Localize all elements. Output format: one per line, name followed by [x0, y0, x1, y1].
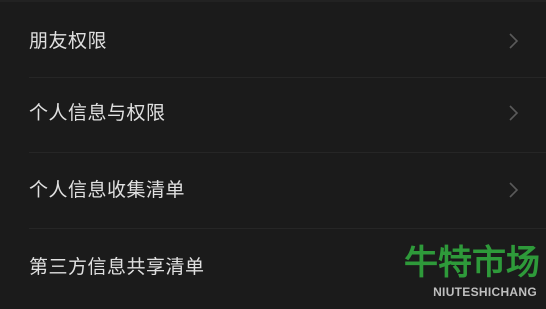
- menu-item-label: 个人信息收集清单: [29, 179, 186, 201]
- menu-item-personal-info-collection-list[interactable]: 个人信息收集清单: [0, 158, 546, 222]
- menu-item-label: 朋友权限: [29, 30, 108, 52]
- menu-item-label: 第三方信息共享清单: [29, 256, 205, 278]
- watermark-title: 牛特市场: [404, 243, 540, 283]
- menu-item-friend-permissions[interactable]: 朋友权限: [0, 9, 546, 73]
- watermark-logo: 牛特市场 NIUTESHICHANG: [390, 243, 540, 305]
- chevron-right-icon: [509, 105, 519, 121]
- chevron-right-icon: [509, 182, 519, 198]
- top-divider: [0, 0, 546, 2]
- divider: [29, 77, 546, 78]
- divider: [29, 228, 546, 229]
- menu-item-label: 个人信息与权限: [29, 102, 166, 124]
- divider: [29, 152, 546, 153]
- chevron-right-icon: [509, 33, 519, 49]
- menu-item-personal-info-permissions[interactable]: 个人信息与权限: [0, 81, 546, 145]
- watermark-subtitle: NIUTESHICHANG: [433, 285, 537, 299]
